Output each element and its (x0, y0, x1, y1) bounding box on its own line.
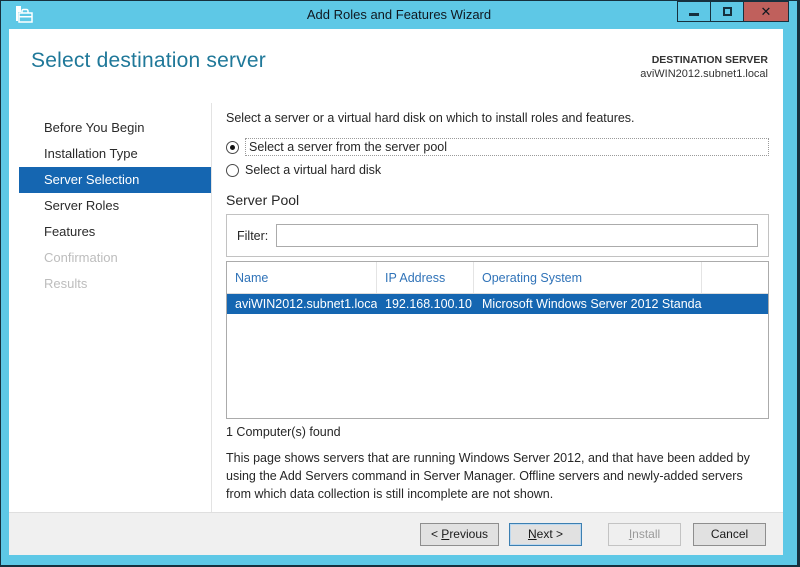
column-header-name[interactable]: Name (227, 262, 377, 293)
filter-input[interactable] (276, 224, 758, 247)
filter-label: Filter: (237, 228, 269, 243)
cancel-button[interactable]: Cancel (693, 522, 766, 546)
wizard-panel: Select destination server DESTINATION SE… (9, 29, 783, 555)
cell-ip-address: 192.168.100.10 (385, 297, 472, 311)
nav-item-confirmation: Confirmation (44, 250, 118, 265)
wizard-window: Add Roles and Features Wizard ✕ Select d… (0, 0, 800, 567)
radio-row-virtual-hard-disk[interactable]: Select a virtual hard disk (226, 160, 769, 180)
destination-server-value: aviWIN2012.subnet1.local (640, 68, 768, 81)
page-content: Select a server or a virtual hard disk o… (211, 103, 783, 512)
nav-item-before-you-begin[interactable]: Before You Begin (19, 115, 211, 141)
page-title: Select destination server (31, 49, 266, 72)
maximize-icon (722, 7, 732, 16)
minimize-icon (689, 13, 699, 16)
nav-item-server-roles[interactable]: Server Roles (19, 193, 211, 219)
filter-box: Filter: (226, 214, 769, 257)
previous-button[interactable]: < Previous (419, 522, 499, 546)
destination-server-label: DESTINATION SERVER (651, 54, 768, 66)
focus-rectangle: Select a server from the server pool (245, 138, 769, 156)
column-header-operating-system[interactable]: Operating System (474, 262, 702, 293)
wizard-nav: Before You Begin Installation Type Serve… (9, 103, 211, 512)
destination-server-block: DESTINATION SERVER aviWIN2012.subnet1.lo… (640, 49, 768, 103)
table-empty-area (227, 314, 768, 418)
radio-unselected-icon[interactable] (226, 163, 239, 177)
table-row[interactable]: aviWIN2012.subnet1.local 192.168.100.10 … (227, 294, 768, 314)
computers-found-text: 1 Computer(s) found (226, 425, 341, 439)
radio-selected-icon[interactable] (226, 140, 239, 154)
close-button[interactable]: ✕ (743, 1, 789, 22)
install-button: Install (608, 522, 681, 546)
nav-item-features[interactable]: Features (19, 219, 211, 245)
nav-item-installation-type[interactable]: Installation Type (19, 141, 211, 167)
server-pool-heading: Server Pool (226, 192, 300, 208)
titlebar: Add Roles and Features Wizard ✕ (1, 1, 797, 29)
window-controls: ✕ (677, 1, 789, 22)
intro-text: Select a server or a virtual hard disk o… (226, 111, 635, 125)
cell-server-name: aviWIN2012.subnet1.local (235, 297, 377, 311)
maximize-button[interactable] (710, 1, 744, 22)
nav-item-server-selection[interactable]: Server Selection (19, 167, 211, 193)
close-icon: ✕ (760, 4, 772, 19)
column-header-filler (702, 262, 768, 293)
radio-row-server-pool[interactable]: Select a server from the server pool (226, 137, 769, 157)
wizard-header: Select destination server DESTINATION SE… (9, 29, 783, 103)
wizard-body: Before You Begin Installation Type Serve… (9, 103, 783, 512)
server-pool-table: Name IP Address Operating System aviWIN2… (226, 261, 769, 419)
table-header-row: Name IP Address Operating System (227, 262, 768, 294)
next-button[interactable]: Next > (509, 522, 582, 546)
cell-operating-system: Microsoft Windows Server 2012 Standard (482, 297, 702, 311)
radio-label-virtual-hard-disk[interactable]: Select a virtual hard disk (245, 163, 381, 177)
nav-item-results: Results (44, 276, 88, 291)
minimize-button[interactable] (677, 1, 711, 22)
wizard-footer: < Previous Next > Install Cancel (9, 512, 783, 555)
column-header-ip-address[interactable]: IP Address (377, 262, 474, 293)
page-description: This page shows servers that are running… (226, 451, 750, 502)
radio-label-server-pool[interactable]: Select a server from the server pool (249, 140, 447, 154)
